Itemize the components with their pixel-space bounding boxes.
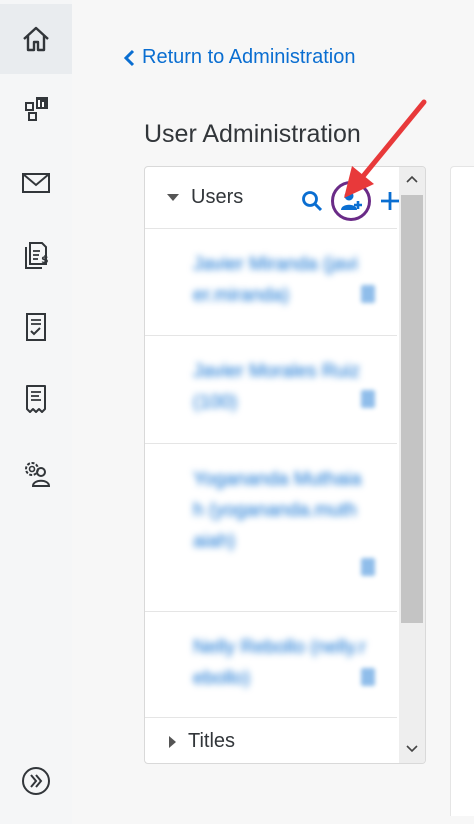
nav-expense[interactable]: $ — [0, 220, 72, 290]
home-icon — [23, 26, 49, 52]
user-name: Javier Morales Ruiz (100) — [193, 361, 360, 413]
users-group-title: Users — [191, 186, 244, 208]
scroll-down-icon[interactable] — [399, 737, 425, 761]
list-item[interactable]: Javier Morales Ruiz (100) — [145, 336, 397, 444]
nav-mail[interactable] — [0, 148, 72, 218]
svg-text:$: $ — [41, 253, 49, 266]
search-icon — [302, 191, 323, 212]
nav-user-settings[interactable] — [0, 438, 72, 508]
chevron-left-icon — [123, 49, 135, 66]
user-badge-icon — [361, 558, 375, 576]
caret-down-icon — [167, 194, 179, 201]
users-actions — [297, 181, 405, 221]
titles-group-title: Titles — [188, 730, 236, 752]
user-badge-icon — [361, 390, 375, 408]
scroll-up-icon[interactable] — [399, 167, 425, 191]
nav-dashboard[interactable] — [0, 74, 72, 144]
list-item[interactable]: Nelly Rebollo (nelly.rebollo) — [145, 612, 397, 718]
user-badge-icon — [361, 285, 375, 303]
double-chevron-right-icon — [22, 767, 50, 795]
nav-expand[interactable] — [0, 746, 72, 816]
titles-group-header[interactable]: Titles — [145, 717, 397, 763]
nav-home[interactable] — [0, 4, 72, 74]
navigation-rail: $ — [0, 0, 72, 824]
caret-right-icon — [169, 735, 176, 748]
return-to-administration-link[interactable]: Return to Administration — [122, 46, 355, 69]
user-settings-icon — [25, 462, 51, 487]
list-item[interactable]: Yogananda Muthaiah (yogananda.muthaiah) — [145, 444, 397, 612]
vertical-scrollbar[interactable] — [399, 167, 425, 763]
user-name: Javier Miranda (javier.miranda) — [193, 254, 358, 306]
users-list: Javier Miranda (javier.miranda) Javier M… — [145, 229, 397, 718]
list-item[interactable]: Javier Miranda (javier.miranda) — [145, 229, 397, 336]
search-button[interactable] — [297, 185, 327, 217]
user-name: Yogananda Muthaiah (yogananda.muthaiah) — [193, 469, 362, 552]
nav-checklist[interactable] — [0, 292, 72, 362]
scroll-thumb[interactable] — [401, 195, 423, 623]
detail-panel — [450, 166, 474, 816]
checklist-icon — [26, 313, 46, 341]
back-link-label: Return to Administration — [142, 46, 356, 68]
add-user-icon — [341, 191, 362, 210]
mail-icon — [22, 173, 50, 193]
expense-report-icon: $ — [25, 242, 49, 269]
user-name: Nelly Rebollo (nelly.rebollo) — [193, 637, 366, 689]
receipt-icon — [26, 385, 46, 413]
add-user-button[interactable] — [331, 181, 371, 221]
user-badge-icon — [361, 668, 375, 686]
nav-receipt[interactable] — [0, 364, 72, 434]
dashboard-icon — [25, 97, 48, 121]
page-title: User Administration — [144, 120, 361, 148]
user-list-panel: Users Javier Miranda (javier.miranda) Ja… — [144, 166, 426, 764]
